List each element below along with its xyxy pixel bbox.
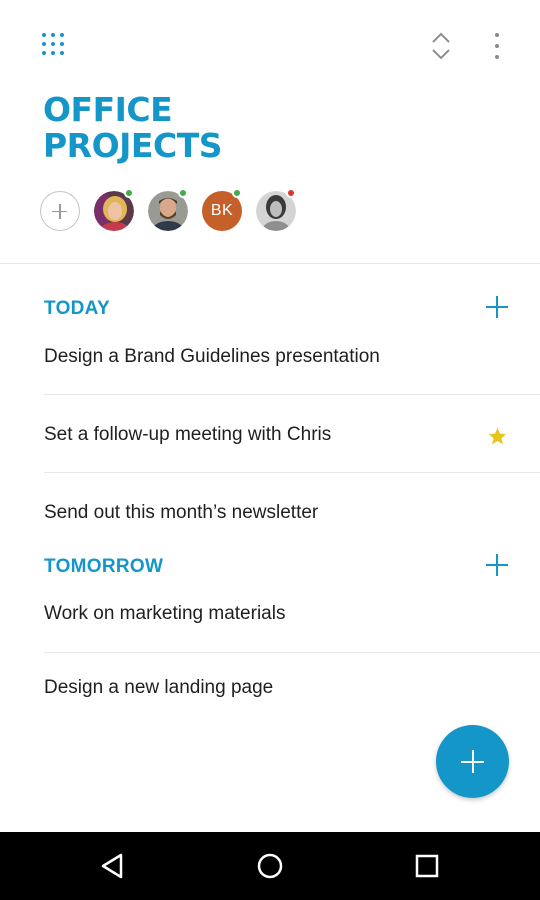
section-today-label: TODAY [44, 298, 110, 319]
task-item[interactable]: Design a new landing page [44, 677, 540, 699]
status-online-dot [178, 188, 188, 198]
header-divider [0, 263, 540, 264]
back-triangle-icon[interactable] [97, 850, 129, 882]
home-circle-icon[interactable] [254, 850, 286, 882]
recents-square-icon[interactable] [411, 850, 443, 882]
member-list: BK [40, 188, 340, 232]
project-title: OFFICE PROJECTS [43, 92, 363, 164]
apps-grid-icon[interactable] [42, 33, 68, 57]
status-online-dot [232, 188, 242, 198]
project-title-line-2: PROJECTS [43, 126, 222, 165]
system-navigation-bar [0, 832, 540, 900]
star-icon[interactable] [488, 427, 507, 445]
expand-collapse-icon[interactable] [430, 32, 452, 60]
section-tomorrow-header: TOMORROW [44, 552, 514, 582]
section-tomorrow-label: TOMORROW [44, 556, 164, 577]
task-divider [44, 652, 540, 653]
top-bar [0, 0, 540, 90]
add-task-today-icon[interactable] [486, 296, 508, 318]
project-title-line-1: OFFICE [43, 90, 173, 129]
task-divider [44, 394, 540, 395]
section-today-header: TODAY [44, 294, 514, 324]
add-member-icon[interactable] [40, 191, 80, 231]
task-item[interactable]: Design a Brand Guidelines presentation [44, 346, 540, 368]
task-item[interactable]: Send out this month’s newsletter [44, 502, 540, 524]
status-busy-dot [286, 188, 296, 198]
status-online-dot [124, 188, 134, 198]
add-task-fab[interactable] [436, 725, 509, 798]
add-task-tomorrow-icon[interactable] [486, 554, 508, 576]
task-item[interactable]: Work on marketing materials [44, 603, 540, 625]
more-vertical-icon[interactable] [488, 33, 506, 59]
avatar-initials: BK [210, 202, 234, 219]
task-item[interactable]: Set a follow-up meeting with Chris [44, 424, 540, 446]
task-divider [44, 472, 540, 473]
